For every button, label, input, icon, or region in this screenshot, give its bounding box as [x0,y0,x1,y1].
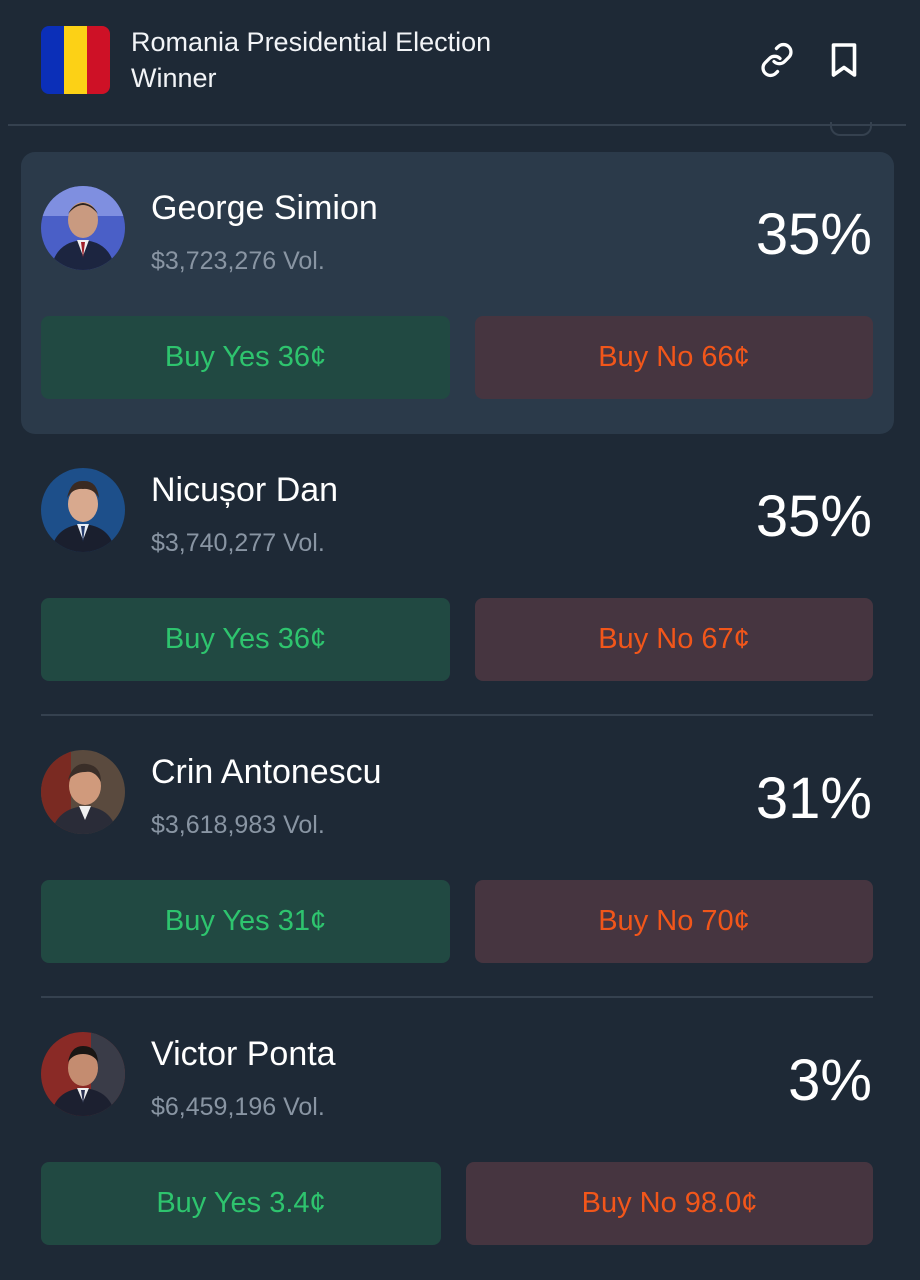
link-icon [761,42,793,78]
candidate-row[interactable]: Victor Ponta $6,459,196 Vol. 3% Buy Yes … [0,998,920,1280]
bookmark-icon [831,43,857,77]
market-header: Romania Presidential Election Winner [0,0,920,124]
buy-no-button[interactable]: Buy No 66¢ [475,316,873,399]
avatar [41,750,125,834]
buy-yes-button[interactable]: Buy Yes 36¢ [41,316,450,399]
candidate-row[interactable]: George Simion $3,723,276 Vol. 35% Buy Ye… [0,152,920,434]
candidate-percent: 35% [755,484,872,549]
candidate-volume: $3,618,983 Vol. [151,811,325,839]
candidate-volume: $6,459,196 Vol. [151,1093,325,1121]
buy-yes-button[interactable]: Buy Yes 31¢ [41,880,450,963]
candidate-volume: $3,723,276 Vol. [151,247,325,275]
romania-flag-icon [41,26,110,94]
scroll-handle[interactable] [830,122,872,136]
market-title: Romania Presidential Election Winner [131,27,492,93]
buy-no-button[interactable]: Buy No 67¢ [475,598,873,681]
candidate-name: Crin Antonescu [151,753,382,791]
buy-yes-button[interactable]: Buy Yes 3.4¢ [41,1162,441,1245]
header-divider [8,124,906,126]
candidate-percent: 31% [755,766,872,831]
candidate-row[interactable]: Crin Antonescu $3,618,983 Vol. 31% Buy Y… [0,716,920,998]
buy-no-button[interactable]: Buy No 98.0¢ [466,1162,873,1245]
candidate-percent: 3% [788,1048,872,1113]
candidate-name: Victor Ponta [151,1035,336,1073]
avatar [41,1032,125,1116]
buy-no-button[interactable]: Buy No 70¢ [475,880,873,963]
buy-yes-button[interactable]: Buy Yes 36¢ [41,598,450,681]
avatar [41,468,125,552]
avatar [41,186,125,270]
candidate-volume: $3,740,277 Vol. [151,529,325,557]
candidate-row[interactable]: Nicușor Dan $3,740,277 Vol. 35% Buy Yes … [0,434,920,716]
candidate-name: George Simion [151,189,378,227]
candidate-name: Nicușor Dan [151,471,339,509]
candidate-percent: 35% [755,202,872,267]
bookmark-button[interactable] [822,38,866,82]
copy-link-button[interactable] [755,38,799,82]
